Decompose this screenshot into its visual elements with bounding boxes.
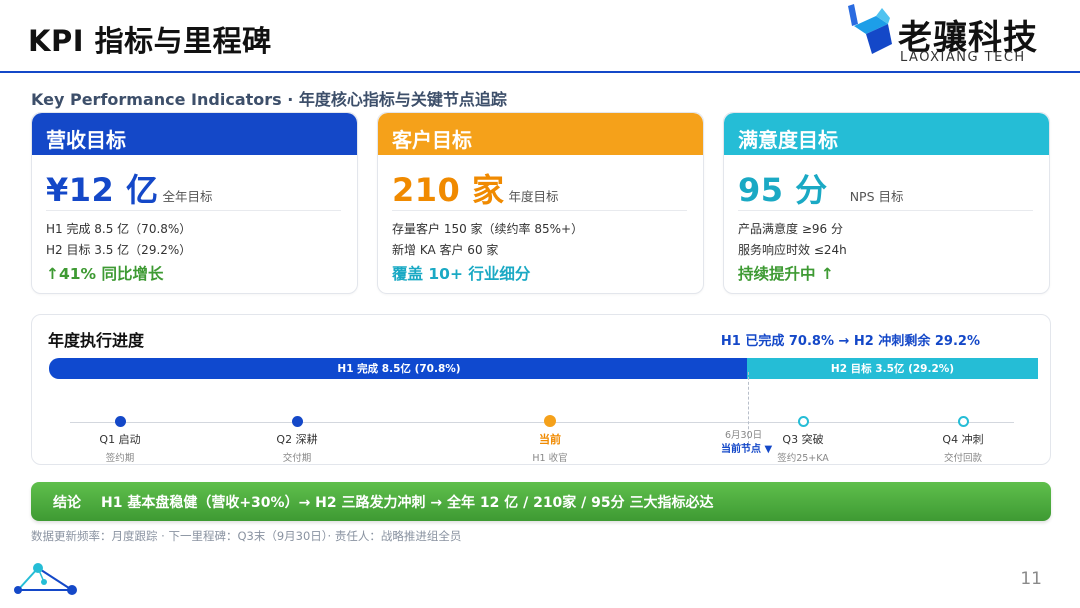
kpi-card-footer: ↑41% 同比增长 <box>46 265 164 283</box>
milestone-q1: Q1 启动 签约期 <box>60 413 180 464</box>
current-marker-label: 当前节点 ▼ <box>721 444 773 455</box>
footnote: 数据更新频率：月度跟踪 · 下一里程碑：Q3末（9月30日）· 责任人：战略推进… <box>31 529 462 543</box>
kpi-card-divider <box>392 210 687 211</box>
kpi-card-value-note: 年度目标 <box>508 189 559 204</box>
progress-summary: H1 已完成 70.8% → H2 冲刺剩余 29.2% <box>720 334 980 349</box>
page-number: 11 <box>1020 569 1042 589</box>
milestone-label: Q1 启动 <box>99 433 141 446</box>
kpi-card-header: 客户目标 <box>378 113 703 155</box>
conclusion-text: H1 基本盘稳健（营收+30%）→ H2 三路发力冲刺 → 全年 12 亿 / … <box>101 494 714 511</box>
milestone-label: Q4 冲刺 <box>942 433 984 446</box>
progress-bar-h2: H2 目标 3.5亿 (29.2%) <box>747 358 1038 379</box>
kpi-card-footer: 持续提升中 ↑ <box>738 265 834 283</box>
kpi-card-divider <box>46 210 341 211</box>
slide-subtitle: Key Performance Indicators · 年度核心指标与关键节点… <box>31 90 507 109</box>
milestone-dot <box>114 416 126 427</box>
progress-title: 年度执行进度 <box>48 331 145 350</box>
milestone-label: 当前 <box>539 433 561 446</box>
header-divider <box>0 71 1080 73</box>
milestone-label: Q2 深耕 <box>276 433 318 446</box>
kpi-card-main: ¥12 亿 全年目标 <box>46 165 212 211</box>
kpi-card-value: 210 家 <box>392 171 505 209</box>
kpi-card-header: 满意度目标 <box>724 113 1049 155</box>
milestone-current: 当前 H1 收官 <box>490 413 610 464</box>
kpi-card-satisfaction: 满意度目标 95 分 NPS 目标 产品满意度 ≥96 分 服务响应时效 ≤24… <box>723 112 1050 294</box>
kpi-card-value: 95 分 <box>738 171 828 209</box>
kpi-card-revenue: 营收目标 ¥12 亿 全年目标 H1 完成 8.5 亿（70.8%） H2 目标… <box>31 112 358 294</box>
progress-panel: 年度执行进度 H1 已完成 70.8% → H2 冲刺剩余 29.2% H1 完… <box>31 314 1051 465</box>
milestone-dot <box>957 416 969 427</box>
kpi-card-main: 210 家 年度目标 <box>392 165 558 211</box>
milestone-dot <box>291 416 303 427</box>
kpi-card-detail-1: 产品满意度 ≥96 分 <box>738 222 843 236</box>
kpi-card-main: 95 分 NPS 目标 <box>738 165 903 211</box>
kpi-card-header: 营收目标 <box>32 113 357 155</box>
milestone-dot <box>797 416 809 427</box>
kpi-card-detail-1: H1 完成 8.5 亿（70.8%） <box>46 222 192 236</box>
logo-name-en: LAOXIANG TECH <box>900 50 1026 65</box>
company-logo: 老骧科技 LAOXIANG TECH <box>842 2 1052 68</box>
progress-bar-h1: H1 完成 8.5亿 (70.8%) <box>49 358 749 379</box>
milestone-sub: 交付回款 <box>943 453 982 464</box>
kpi-card-footer: 覆盖 10+ 行业细分 <box>392 265 531 283</box>
milestone-sub: 交付期 <box>282 453 312 464</box>
slide-title: KPI 指标与里程碑 <box>28 24 272 58</box>
milestone-sub: 签约期 <box>105 453 135 464</box>
progress-bar-h2-label: H2 目标 3.5亿 (29.2%) <box>830 363 955 375</box>
logo-mark-icon <box>848 4 892 54</box>
kpi-card-customers: 客户目标 210 家 年度目标 存量客户 150 家（续约率 85%+） 新增 … <box>377 112 704 294</box>
progress-bar-h1-label: H1 完成 8.5亿 (70.8%) <box>337 363 461 375</box>
milestone-q4: Q4 冲刺 交付回款 <box>903 413 1023 464</box>
kpi-card-value-note: 全年目标 <box>162 189 213 204</box>
kpi-card-detail-2: H2 目标 3.5 亿（29.2%） <box>46 243 192 257</box>
kpi-card-detail-2: 服务响应时效 ≤24h <box>738 243 847 257</box>
conclusion-bar: 结论 H1 基本盘稳健（营收+30%）→ H2 三路发力冲刺 → 全年 12 亿… <box>31 482 1051 521</box>
kpi-card-divider <box>738 210 1033 211</box>
kpi-card-value-note: NPS 目标 <box>849 189 904 204</box>
milestone-dot <box>544 415 556 427</box>
kpi-card-value: ¥12 亿 <box>46 171 159 209</box>
milestone-sub: H1 收官 <box>532 453 568 464</box>
kpi-card-detail-1: 存量客户 150 家（续约率 85%+） <box>392 222 584 236</box>
network-decoration-icon <box>14 563 77 595</box>
milestone-q2: Q2 深耕 交付期 <box>237 413 357 464</box>
conclusion-label: 结论 <box>53 494 81 511</box>
current-marker-date: 6月30日 <box>725 430 763 441</box>
kpi-card-detail-2: 新增 KA 客户 60 家 <box>392 243 499 257</box>
